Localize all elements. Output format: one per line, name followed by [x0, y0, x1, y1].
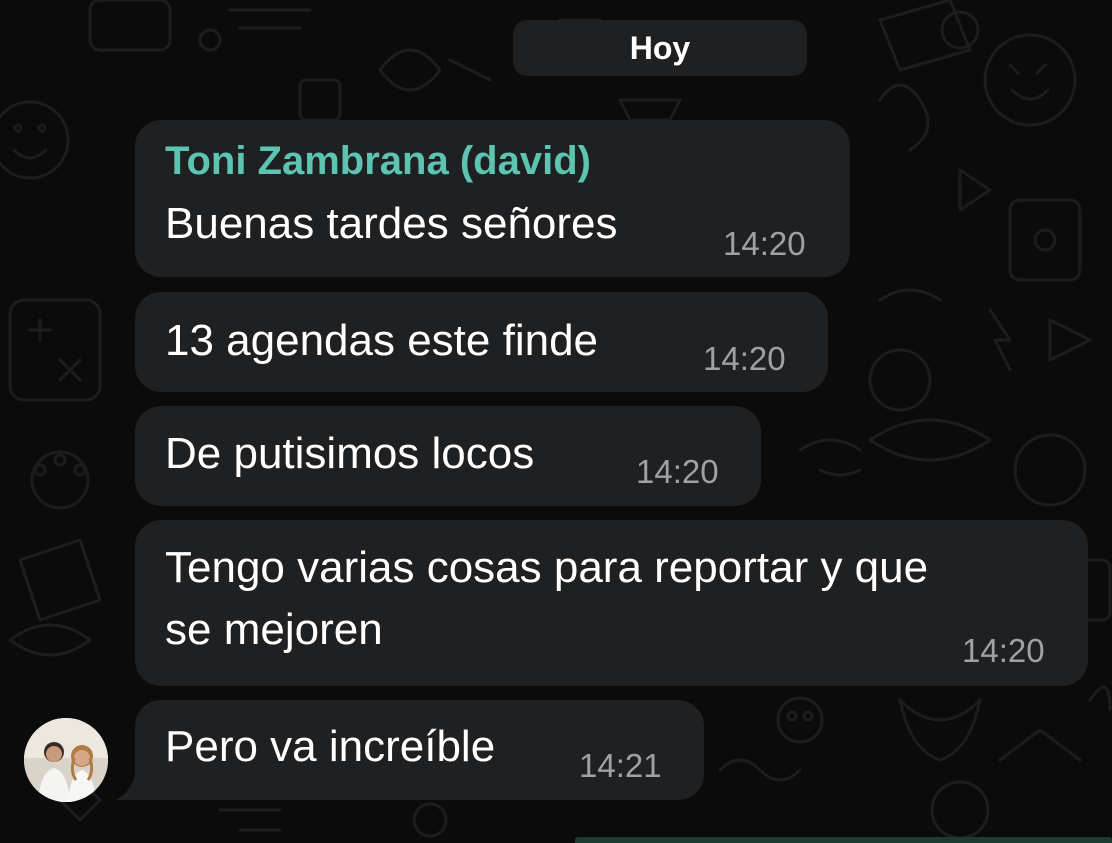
- message-text: Tengo varias cosas para reportar y que s…: [165, 543, 929, 654]
- sender-name[interactable]: Toni Zambrana (david): [165, 138, 591, 184]
- date-separator: Hoy: [513, 20, 807, 76]
- message-bubble[interactable]: Toni Zambrana (david) Buenas tardes seño…: [135, 120, 850, 277]
- message-timestamp: 14:20: [636, 453, 719, 490]
- avatar-photo-icon: [24, 718, 108, 802]
- message-timestamp: 14:20: [723, 225, 806, 262]
- message-text: 13 agendas este finde: [165, 316, 599, 365]
- message-bubble[interactable]: De putisimos locos 14:20: [135, 406, 761, 506]
- message-text: Pero va increíble: [165, 722, 496, 771]
- message-bubble[interactable]: 13 agendas este finde 14:20: [135, 292, 828, 392]
- message-text: Buenas tardes señores: [165, 199, 618, 248]
- message-timestamp: 14:21: [579, 747, 662, 784]
- message-bubble[interactable]: Tengo varias cosas para reportar y que s…: [135, 520, 1088, 686]
- message-bubble[interactable]: Pero va increíble 14:21: [135, 700, 704, 800]
- message-timestamp: 14:20: [962, 632, 1045, 669]
- sender-avatar[interactable]: [24, 718, 108, 802]
- composer-edge: [575, 837, 1112, 843]
- message-text: De putisimos locos: [165, 429, 535, 478]
- message-timestamp: 14:20: [703, 340, 786, 377]
